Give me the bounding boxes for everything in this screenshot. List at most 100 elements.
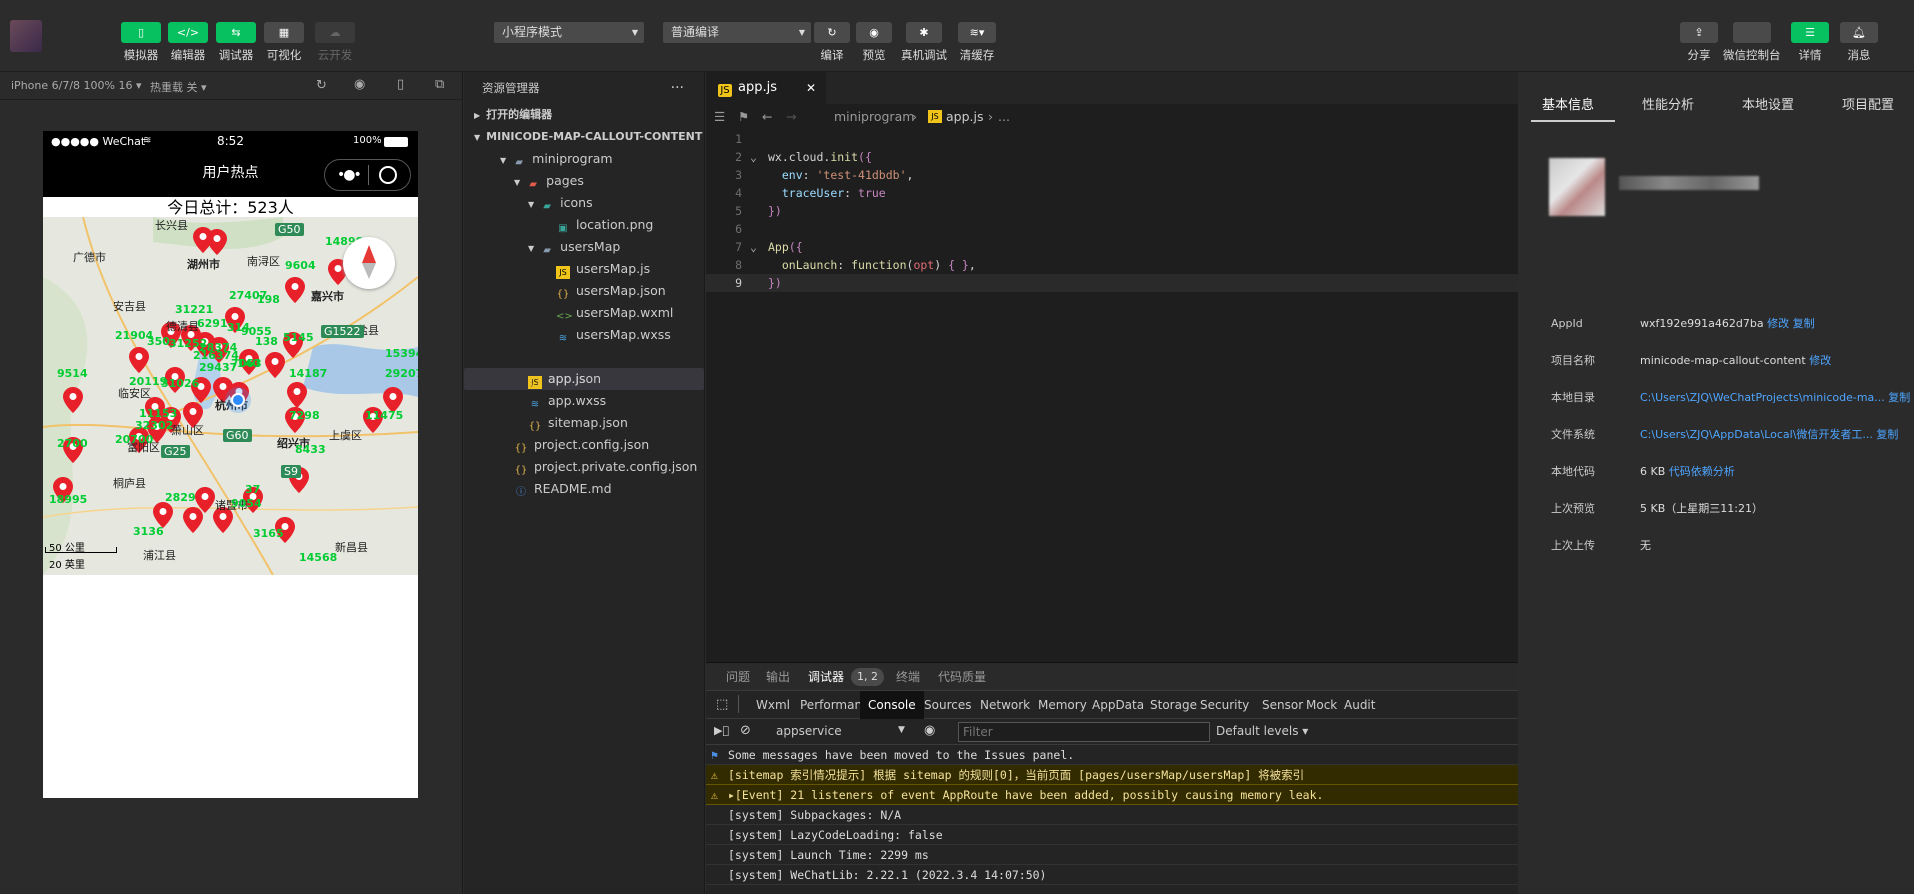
- info-value: minicode-map-callout-content 修改: [1640, 354, 1832, 367]
- tree-item[interactable]: ▼ ▰ miniprogram: [464, 148, 704, 170]
- map-marker-icon[interactable]: [287, 382, 307, 408]
- map-marker-icon[interactable]: [183, 507, 203, 533]
- panel-tab-audit[interactable]: Audit: [1336, 691, 1383, 719]
- tab-project-config[interactable]: 项目配置: [1842, 94, 1894, 113]
- user-avatar[interactable]: [10, 20, 42, 52]
- tree-item[interactable]: ▣ location.png: [464, 214, 704, 236]
- more-icon[interactable]: ···: [671, 72, 684, 104]
- panel-tab-network[interactable]: Network: [972, 691, 1038, 719]
- tree-item[interactable]: {} usersMap.json: [464, 280, 704, 302]
- levels-select[interactable]: Default levels ▾: [1216, 724, 1308, 738]
- inspect-icon[interactable]: ⬚: [716, 697, 728, 712]
- map-marker-icon[interactable]: [207, 229, 227, 255]
- tree-item[interactable]: ▼ ▰ usersMap: [464, 236, 704, 258]
- tab-terminal[interactable]: 终端: [896, 663, 920, 691]
- tree-item[interactable]: ≋ app.wxss: [464, 390, 704, 412]
- fold-chevron-icon[interactable]: ⌄: [750, 238, 757, 256]
- editor-button[interactable]: </> 编辑器: [168, 22, 208, 63]
- popout-icon[interactable]: ⧉: [435, 77, 444, 92]
- preview-label: 预览: [862, 48, 886, 62]
- clear-console-icon[interactable]: ⊘: [740, 723, 751, 738]
- mode-select[interactable]: 小程序模式 ▼: [494, 22, 644, 43]
- info-link[interactable]: 修改: [1809, 354, 1831, 367]
- tab-debugger[interactable]: 调试器: [808, 663, 844, 691]
- clear-cache-button[interactable]: ≋▾ 清缓存: [958, 22, 996, 63]
- preview-button[interactable]: ◉ 预览: [856, 22, 892, 63]
- map-callout-count: 11475: [365, 409, 404, 422]
- map-callout-count: 14187: [289, 367, 328, 380]
- map-callout-count: 2829: [165, 491, 196, 504]
- close-target-icon[interactable]: [379, 166, 397, 184]
- debugger-button[interactable]: ⇆ 调试器: [216, 22, 256, 63]
- map-marker-icon[interactable]: [285, 277, 305, 303]
- tree-item[interactable]: {} app.json: [464, 368, 704, 390]
- map-marker-icon[interactable]: [265, 352, 285, 378]
- tree-item[interactable]: {} project.private.config.json: [464, 456, 704, 478]
- tab-app-js[interactable]: JS app.js ✕: [706, 72, 826, 104]
- bookmark-icon[interactable]: ⚑: [738, 104, 749, 130]
- info-link[interactable]: 复制: [1876, 428, 1898, 441]
- wxcloud-button[interactable]: 微信控制台: [1723, 22, 1781, 63]
- project-section[interactable]: ▼ MINICODE-MAP-CALLOUT-CONTENT: [464, 126, 704, 148]
- hot-reload-select[interactable]: 热重载 关 ▾: [150, 79, 207, 95]
- compass-icon[interactable]: [343, 237, 395, 289]
- details-button[interactable]: ☰ 详情: [1791, 22, 1829, 63]
- tab-performance[interactable]: 性能分析: [1642, 94, 1694, 113]
- road-shield: G1522: [321, 325, 364, 338]
- map-marker-icon[interactable]: [129, 347, 149, 373]
- device-select[interactable]: iPhone 6/7/8 100% 16 ▾: [11, 79, 142, 92]
- filter-input[interactable]: [958, 722, 1210, 742]
- tree-item[interactable]: {} sitemap.json: [464, 412, 704, 434]
- phone-icon[interactable]: ▯: [397, 77, 404, 92]
- tab-basic-info[interactable]: 基本信息: [1542, 94, 1594, 113]
- share-button[interactable]: ⇪ 分享: [1680, 22, 1718, 63]
- breadcrumb-folder[interactable]: miniprogram: [834, 104, 914, 130]
- forward-arrow-icon[interactable]: →: [786, 104, 796, 130]
- context-select[interactable]: appservice: [776, 724, 842, 738]
- panel-tab-wxml[interactable]: Wxml: [748, 691, 798, 719]
- info-link[interactable]: 代码依赖分析: [1669, 465, 1735, 478]
- map-marker-icon[interactable]: [63, 387, 83, 413]
- tree-item[interactable]: {} project.config.json: [464, 434, 704, 456]
- visual-button[interactable]: ▦ 可视化: [264, 22, 304, 63]
- breadcrumb-file[interactable]: app.js: [946, 104, 984, 130]
- sidebar-toggle-icon[interactable]: ▶⃞: [714, 724, 729, 737]
- compile-select[interactable]: 普通编译 ▼: [663, 22, 811, 43]
- simulator-button[interactable]: ▯ 模拟器: [121, 22, 161, 63]
- fold-chevron-icon[interactable]: ⌄: [750, 148, 757, 166]
- tab-code-quality[interactable]: 代码质量: [938, 663, 986, 691]
- tree-item[interactable]: ▼ ▰ icons: [464, 192, 704, 214]
- messages-button[interactable]: 🔔︎ 消息: [1840, 22, 1878, 63]
- tab-problems[interactable]: 问题: [726, 663, 750, 691]
- tree-item[interactable]: JS usersMap.js: [464, 258, 704, 280]
- tree-item[interactable]: <> usersMap.wxml: [464, 302, 704, 324]
- back-arrow-icon[interactable]: ←: [762, 104, 772, 130]
- open-editors-section[interactable]: ▶ 打开的编辑器: [464, 104, 704, 126]
- eye-icon[interactable]: ◉: [924, 723, 935, 738]
- close-icon[interactable]: ✕: [806, 72, 816, 104]
- breadcrumb-more[interactable]: ...: [998, 104, 1010, 130]
- tree-item[interactable]: ▼ ▰ pages: [464, 170, 704, 192]
- info-link[interactable]: 复制: [1888, 391, 1910, 404]
- capsule-menu[interactable]: •●•: [324, 159, 411, 191]
- cloud-button[interactable]: ☁ 云开发: [315, 22, 355, 63]
- list-icon[interactable]: ☰: [714, 104, 725, 130]
- compile-button[interactable]: ↻ 编译: [814, 22, 850, 63]
- tab-local-settings[interactable]: 本地设置: [1742, 94, 1794, 113]
- info-link[interactable]: 复制: [1793, 317, 1815, 330]
- tree-item[interactable]: ≋ usersMap.wxss: [464, 324, 704, 346]
- layers-icon: ≋▾: [958, 22, 996, 43]
- reload-icon[interactable]: ↻: [316, 78, 327, 93]
- map-view[interactable]: 长兴县 湖州市 广德市 南浔区 嘉兴市 安吉县 德清县 海盐县 杭州市 临安区 …: [43, 217, 418, 575]
- info-link[interactable]: 修改: [1767, 317, 1789, 330]
- more-dots-icon[interactable]: •●•: [337, 155, 362, 195]
- code-area[interactable]: 1 2 ⌄ wx.cloud.init({ 3 env: 'test-41dbdb'…: [706, 130, 1518, 292]
- stop-icon[interactable]: ◉: [354, 77, 365, 92]
- real-debug-button[interactable]: ✱ 真机调试: [901, 22, 947, 63]
- compile-label: 编译: [820, 48, 844, 62]
- panel-tab-console[interactable]: Console: [860, 691, 924, 719]
- panel-tab-security[interactable]: Security: [1192, 691, 1257, 719]
- tab-output[interactable]: 输出: [766, 663, 790, 691]
- panel-tab-sources[interactable]: Sources: [916, 691, 979, 719]
- tree-item[interactable]: ⓘ README.md: [464, 478, 704, 500]
